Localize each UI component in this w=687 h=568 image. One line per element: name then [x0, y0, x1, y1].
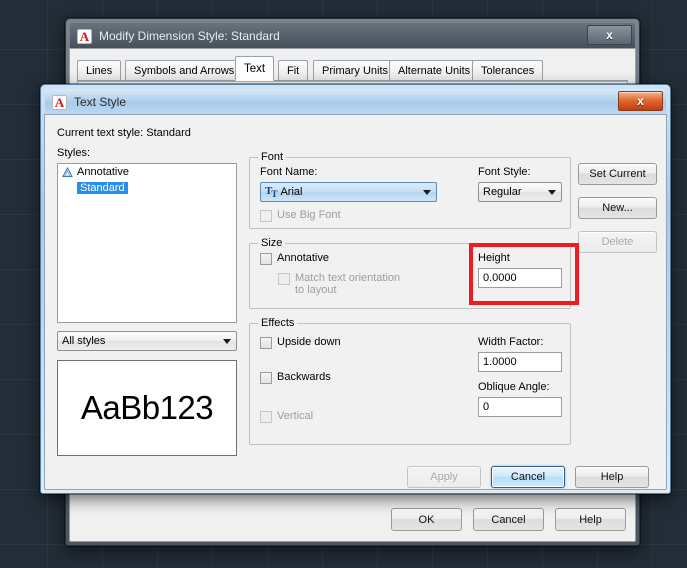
- truetype-icon: TT: [265, 184, 277, 200]
- tab-fit[interactable]: Fit: [278, 60, 309, 80]
- font-group-title: Font: [258, 151, 287, 163]
- dim-dialog-title: Modify Dimension Style: Standard: [99, 29, 280, 43]
- backwards-checkbox[interactable]: Backwards: [260, 371, 331, 384]
- list-item-label: Annotative: [77, 166, 129, 178]
- font-group: Font Font Name: TT Arial Font Style: Reg…: [249, 151, 571, 229]
- ok-button[interactable]: OK: [391, 508, 462, 531]
- tab-text[interactable]: Text: [235, 56, 275, 81]
- list-item-annotative[interactable]: Annotative: [58, 164, 236, 180]
- height-label: Height: [478, 252, 510, 264]
- list-item-label: Standard: [77, 182, 128, 194]
- autocad-a-icon: [52, 94, 67, 110]
- width-factor-value: 1.0000: [483, 356, 517, 368]
- height-value: 0.0000: [483, 272, 517, 284]
- new-style-button[interactable]: New...: [578, 197, 657, 219]
- match-text-orientation-checkbox: Match text orientation to layout: [278, 272, 408, 296]
- close-icon[interactable]: x: [618, 91, 663, 111]
- annotative-label: Annotative: [277, 252, 329, 264]
- chevron-down-icon: [548, 190, 556, 195]
- text-cancel-button[interactable]: Cancel: [491, 466, 565, 488]
- vertical-checkbox: Vertical: [260, 410, 313, 423]
- chevron-down-icon: [223, 339, 231, 344]
- close-icon[interactable]: x: [587, 25, 632, 45]
- font-style-combo[interactable]: Regular: [478, 182, 562, 202]
- checkbox-box: [260, 253, 272, 265]
- use-big-font-checkbox: Use Big Font: [260, 209, 341, 222]
- tab-lines[interactable]: Lines: [77, 60, 122, 80]
- dim-dialog-titlebar[interactable]: Modify Dimension Style: Standard x: [70, 23, 635, 49]
- match-orientation-label-line2: to layout: [295, 284, 337, 296]
- tab-symbols-arrows[interactable]: Symbols and Arrows: [125, 60, 244, 80]
- style-preview-pane: AaBb123: [57, 360, 237, 456]
- style-filter-value: All styles: [62, 335, 106, 347]
- chevron-down-icon: [423, 190, 431, 195]
- dim-help-button[interactable]: Help: [555, 508, 626, 531]
- use-big-font-label: Use Big Font: [277, 209, 341, 221]
- font-style-value: Regular: [483, 186, 522, 198]
- checkbox-box: [260, 210, 272, 222]
- text-dialog-body: Current text style: Standard Styles: Ann…: [44, 114, 667, 490]
- dim-cancel-button[interactable]: Cancel: [473, 508, 544, 531]
- match-orientation-label-line1: Match text orientation: [295, 272, 401, 284]
- checkbox-box: [260, 337, 272, 349]
- preview-text: AaBb123: [80, 389, 214, 426]
- set-current-button[interactable]: Set Current: [578, 163, 657, 185]
- text-style-dialog: Text Style x Current text style: Standar…: [40, 84, 671, 494]
- upside-down-label: Upside down: [277, 336, 341, 348]
- annotative-icon: [62, 166, 73, 178]
- font-name-combo[interactable]: TT Arial: [260, 182, 437, 202]
- vertical-label: Vertical: [277, 410, 314, 422]
- autocad-a-icon: [77, 28, 92, 44]
- list-item-standard[interactable]: Standard: [58, 180, 236, 196]
- tab-tolerances[interactable]: Tolerances: [472, 60, 544, 80]
- tab-alternate-units[interactable]: Alternate Units: [389, 60, 480, 80]
- text-help-button[interactable]: Help: [575, 466, 649, 488]
- dim-footer-buttons: OK Cancel Help: [391, 508, 626, 531]
- height-input[interactable]: 0.0000: [478, 268, 562, 288]
- font-name-value: Arial: [280, 186, 303, 198]
- checkbox-box: [278, 273, 290, 285]
- font-style-label: Font Style:: [478, 166, 531, 178]
- upside-down-checkbox[interactable]: Upside down: [260, 336, 341, 349]
- size-group-title: Size: [258, 237, 286, 249]
- apply-button: Apply: [407, 466, 481, 488]
- width-factor-label: Width Factor:: [478, 336, 544, 348]
- checkbox-box: [260, 411, 272, 423]
- styles-label: Styles:: [57, 147, 91, 159]
- delete-style-button: Delete: [578, 231, 657, 253]
- checkbox-box: [260, 372, 272, 384]
- annotative-checkbox[interactable]: Annotative: [260, 252, 329, 265]
- effects-group: Effects Upside down Backwards Vertical W…: [249, 317, 571, 445]
- effects-group-title: Effects: [258, 317, 298, 329]
- width-factor-input[interactable]: 1.0000: [478, 352, 562, 372]
- style-filter-combo[interactable]: All styles: [57, 331, 237, 351]
- dim-tabstrip: Lines Symbols and Arrows Text Fit Primar…: [77, 56, 628, 81]
- oblique-angle-value: 0: [483, 401, 490, 413]
- font-name-label: Font Name:: [260, 166, 318, 178]
- backwards-label: Backwards: [277, 371, 331, 383]
- size-group: Size Annotative Match text orientation t…: [249, 237, 571, 309]
- oblique-angle-input[interactable]: 0: [478, 397, 562, 417]
- current-text-style-label: Current text style: Standard: [57, 127, 191, 139]
- styles-listbox[interactable]: Annotative Standard: [57, 163, 237, 323]
- oblique-angle-label: Oblique Angle:: [478, 381, 550, 393]
- text-dialog-title: Text Style: [74, 95, 127, 109]
- tab-primary-units[interactable]: Primary Units: [313, 60, 398, 80]
- text-dialog-titlebar[interactable]: Text Style x: [45, 89, 666, 115]
